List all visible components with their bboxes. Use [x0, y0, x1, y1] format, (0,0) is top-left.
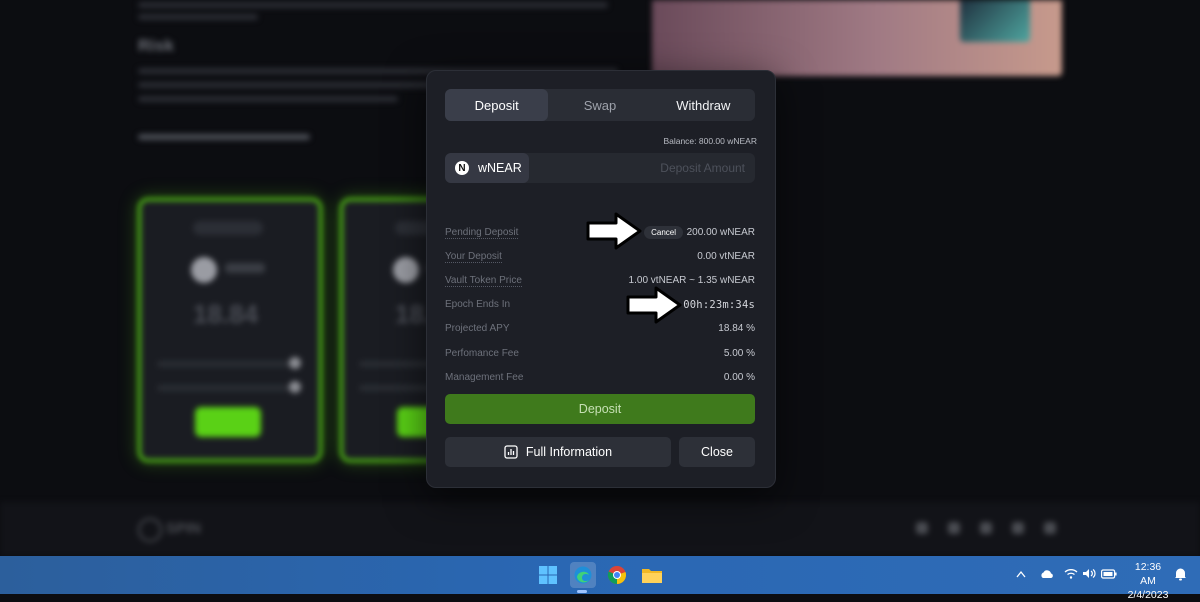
- taskbar: 12:36 AM 2/4/2023: [0, 556, 1200, 601]
- token-selector[interactable]: N wNEAR: [445, 153, 529, 183]
- deposit-amount-input[interactable]: [535, 153, 745, 183]
- bg-text-line: [138, 96, 398, 102]
- volume-icon[interactable]: [1082, 568, 1096, 582]
- full-information-button[interactable]: Full Information: [445, 437, 671, 467]
- start-icon[interactable]: [535, 562, 561, 588]
- cancel-pending-button[interactable]: Cancel: [644, 226, 683, 239]
- vault-token-price-label: Vault Token Price: [445, 275, 522, 287]
- bg-text-line: [138, 14, 258, 20]
- token-name: wNEAR: [478, 161, 522, 175]
- amount-row: N wNEAR: [445, 153, 755, 183]
- tab-deposit[interactable]: Deposit: [445, 89, 549, 121]
- edge-browser-icon[interactable]: [570, 562, 596, 588]
- tab-swap[interactable]: Swap: [548, 89, 651, 121]
- notification-bell-icon[interactable]: [1174, 567, 1187, 584]
- bg-social-icon: [1012, 522, 1024, 534]
- pending-deposit-label: Pending Deposit: [445, 227, 519, 239]
- performance-fee-value: 5.00 %: [723, 348, 755, 359]
- bg-text-line: [138, 2, 608, 8]
- epoch-ends-row: Epoch Ends In 00h:23m:34s: [445, 297, 755, 313]
- deposit-button[interactable]: Deposit: [445, 394, 755, 424]
- bg-footer-logo-icon: [138, 518, 162, 542]
- projected-apy-value: 18.84 %: [718, 323, 755, 334]
- chevron-up-icon[interactable]: [1016, 569, 1026, 581]
- near-token-icon: N: [455, 161, 469, 175]
- bg-social-icon: [1044, 522, 1056, 534]
- bg-social-icon: [948, 522, 960, 534]
- active-app-indicator: [577, 590, 587, 593]
- bg-vault-card: 18.84: [138, 198, 322, 462]
- vault-token-price-row: Vault Token Price 1.00 vtNEAR ~ 1.35 wNE…: [445, 273, 755, 289]
- bg-footer-logo-text: SPIN: [166, 520, 202, 537]
- tab-withdraw[interactable]: Withdraw: [652, 89, 755, 121]
- bg-card-value: 18.84: [193, 299, 259, 329]
- clock-date: 2/4/2023: [1127, 589, 1169, 601]
- annotation-arrow-icon: [586, 212, 642, 250]
- cloud-icon[interactable]: [1040, 570, 1054, 582]
- wifi-icon[interactable]: [1064, 568, 1078, 582]
- balance-label: Balance: 800.00 wNEAR: [663, 136, 757, 146]
- management-fee-label: Management Fee: [445, 372, 524, 383]
- full-information-label: Full Information: [525, 445, 613, 459]
- bg-social-icon: [916, 522, 928, 534]
- vault-token-price-value: 1.00 vtNEAR ~ 1.35 wNEAR: [628, 275, 755, 286]
- deposit-modal: Deposit Swap Withdraw Balance: 800.00 wN…: [426, 70, 776, 488]
- management-fee-value: 0.00 %: [723, 372, 755, 383]
- performance-fee-row: Perfomance Fee 5.00 %: [445, 346, 755, 362]
- clock-time: 12:36 AM: [1134, 561, 1162, 587]
- battery-icon[interactable]: [1101, 569, 1117, 582]
- annotation-arrow-icon: [626, 286, 682, 324]
- modal-tabs: Deposit Swap Withdraw: [445, 89, 755, 121]
- bg-risk-heading: Risk: [138, 36, 174, 55]
- close-button[interactable]: Close: [679, 437, 755, 467]
- chart-icon: [504, 445, 518, 459]
- system-clock[interactable]: 12:36 AM 2/4/2023: [1126, 560, 1170, 602]
- bg-banner-graphic: [960, 0, 1030, 42]
- management-fee-row: Management Fee 0.00 %: [445, 370, 755, 386]
- projected-apy-row: Projected APY 18.84 %: [445, 321, 755, 337]
- epoch-ends-label: Epoch Ends In: [445, 299, 511, 310]
- projected-apy-label: Projected APY: [445, 323, 510, 334]
- your-deposit-label: Your Deposit: [445, 251, 502, 263]
- chrome-icon[interactable]: [604, 562, 630, 588]
- epoch-countdown: 00h:23m:34s: [683, 299, 755, 311]
- bg-social-icon: [980, 522, 992, 534]
- your-deposit-value: 0.00 vtNEAR: [697, 251, 755, 262]
- performance-fee-label: Perfomance Fee: [445, 348, 519, 359]
- pending-deposit-value: 200.00 wNEAR: [686, 227, 755, 238]
- file-explorer-icon[interactable]: [639, 562, 665, 588]
- bg-link-line: [138, 134, 310, 140]
- your-deposit-row: Your Deposit 0.00 vtNEAR: [445, 249, 755, 265]
